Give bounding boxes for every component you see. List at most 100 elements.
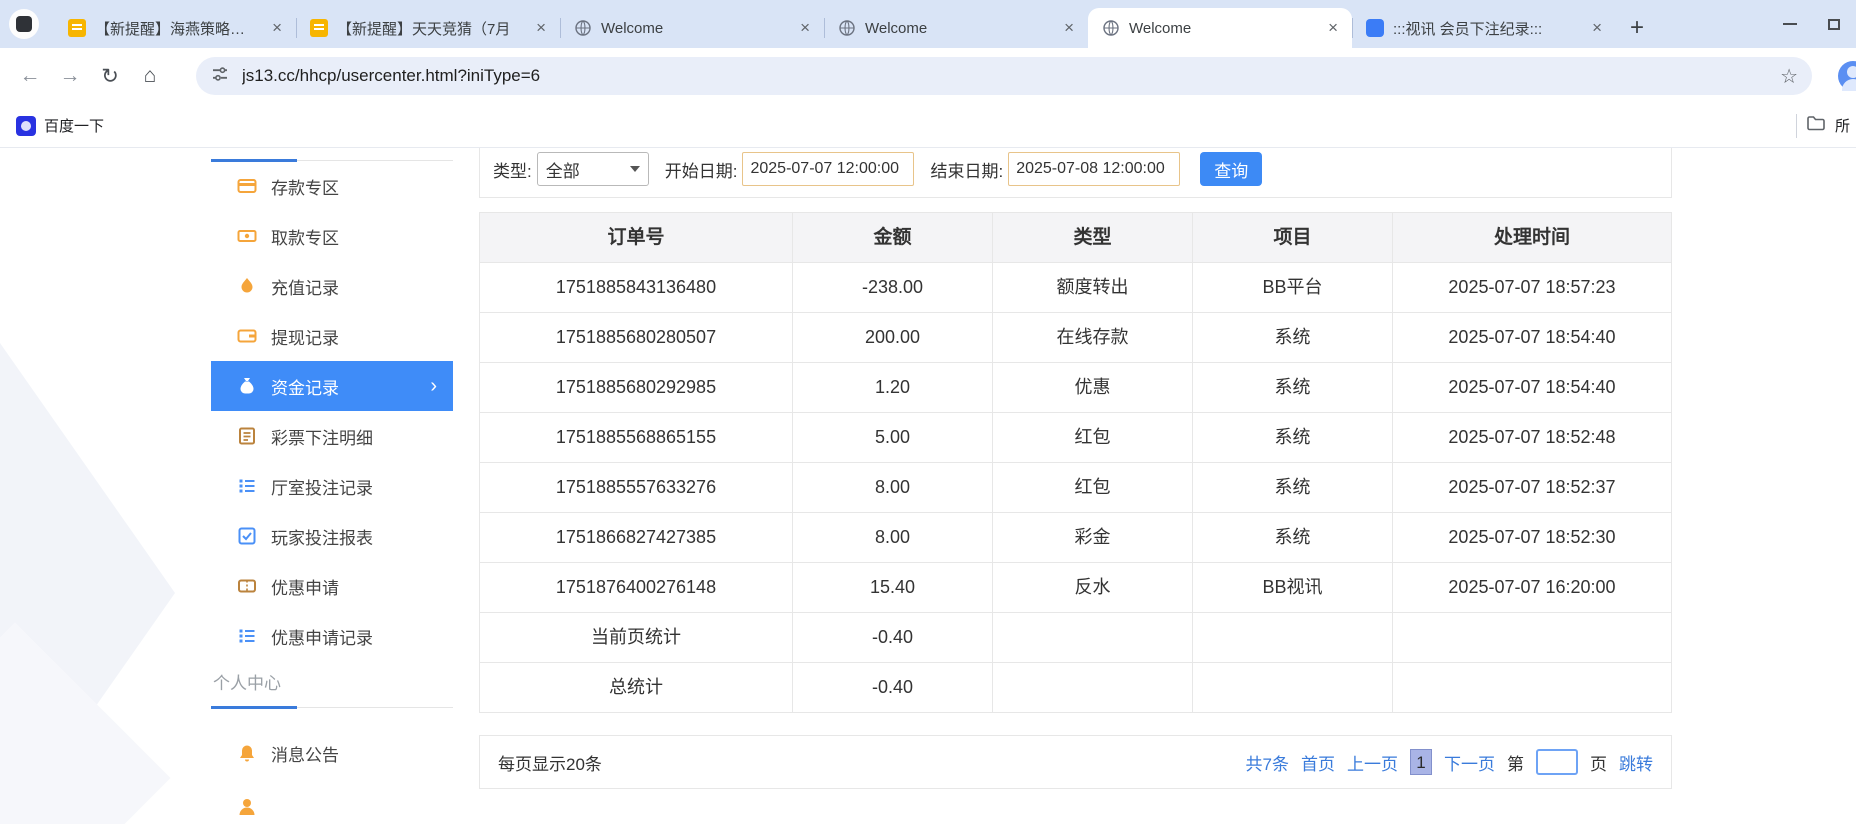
new-tab-button[interactable]: + [1622, 13, 1652, 43]
site-settings-icon[interactable] [210, 64, 230, 89]
back-button[interactable]: ← [10, 64, 50, 88]
cell-label: 当前页统计 [480, 613, 792, 662]
globe-favicon [1102, 19, 1120, 37]
browser-tab-4[interactable]: Welcome × [824, 8, 1088, 48]
bullet-list-icon [237, 626, 257, 646]
cell-project: BB平台 [1192, 263, 1392, 312]
minimize-button[interactable] [1768, 0, 1812, 48]
sidebar-item-deposit-zone[interactable]: 存款专区 [211, 161, 453, 211]
tab-label: Welcome [1129, 20, 1315, 37]
first-page-link[interactable]: 首页 [1301, 750, 1335, 775]
sidebar-item-withdraw-zone[interactable]: 取款专区 [211, 211, 453, 261]
type-select[interactable]: 全部 [537, 152, 649, 186]
cell-amount: 200.00 [792, 313, 992, 362]
end-date-input[interactable] [1008, 152, 1180, 186]
sidebar-item-hall-bet-records[interactable]: 厅室投注记录 [211, 461, 453, 511]
cell-amount: 1.20 [792, 363, 992, 412]
bookmarks-bar: 百度一下 所 [0, 104, 1856, 148]
sidebar-item-label: 玩家投注报表 [271, 524, 373, 549]
globe-favicon [838, 19, 856, 37]
dropdown-caret-icon [630, 166, 640, 172]
jump-button[interactable]: 跳转 [1619, 750, 1653, 775]
sidebar-item-label: 优惠申请 [271, 574, 339, 599]
sidebar-item-recharge-records[interactable]: 充值记录 [211, 261, 453, 311]
prev-page-link[interactable]: 上一页 [1347, 750, 1398, 775]
folder-icon [1806, 113, 1826, 138]
cell-project: 系统 [1192, 313, 1392, 362]
cell-time: 2025-07-07 18:54:40 [1392, 313, 1671, 362]
sidebar-item-partial[interactable] [211, 782, 453, 824]
cell-order-no: 1751885557633276 [480, 463, 792, 512]
sidebar-item-promo-apply-records[interactable]: 优惠申请记录 [211, 611, 453, 661]
cell-amount: 8.00 [792, 513, 992, 562]
deposit-card-icon [237, 176, 257, 196]
sidebar-item-funds-records[interactable]: 资金记录 › [211, 361, 453, 411]
table-row-page-total: 当前页统计 -0.40 [480, 612, 1671, 662]
jump-page-input[interactable] [1536, 749, 1578, 775]
page-size-label: 每页显示20条 [498, 750, 602, 775]
bookmarks-divider [1796, 114, 1797, 138]
sidebar-section-finance: 财务中心 [211, 148, 453, 161]
tab-close-icon[interactable]: × [796, 18, 814, 38]
type-label: 类型: [493, 157, 532, 182]
column-header-order-no: 订单号 [480, 213, 792, 262]
bookmark-baidu[interactable]: 百度一下 [16, 115, 104, 136]
maximize-button[interactable] [1812, 0, 1856, 48]
query-button[interactable]: 查询 [1200, 152, 1262, 186]
tab-close-icon[interactable]: × [1588, 18, 1606, 38]
cell-order-no: 1751885680280507 [480, 313, 792, 362]
wallet-icon [237, 326, 257, 346]
section-title: 财务中心 [211, 148, 297, 162]
sidebar-item-player-bet-report[interactable]: 玩家投注报表 [211, 511, 453, 561]
browser-tab-1[interactable]: 【新提醒】海燕策略论坛 × [54, 8, 296, 48]
sidebar-item-announcements[interactable]: 消息公告 [211, 728, 453, 778]
cell-amount: 5.00 [792, 413, 992, 462]
filter-bar: 类型: 全部 开始日期: 结束日期: 查询 [479, 148, 1672, 198]
start-date-input[interactable] [742, 152, 914, 186]
tab-close-icon[interactable]: × [532, 18, 550, 38]
maximize-icon [1828, 19, 1840, 30]
bullet-list-icon [237, 476, 257, 496]
all-bookmarks-label[interactable]: 所 [1835, 115, 1850, 136]
tab-close-icon[interactable]: × [1324, 18, 1342, 38]
type-select-value: 全部 [546, 157, 580, 182]
cell-amount: -0.40 [792, 613, 992, 662]
bookmark-star-icon[interactable]: ☆ [1780, 64, 1798, 89]
sidebar-item-lottery-bet-details[interactable]: 彩票下注明细 [211, 411, 453, 461]
url-text[interactable]: js13.cc/hhcp/usercenter.html?iniType=6 [242, 66, 1768, 86]
cell-empty [992, 613, 1192, 662]
minimize-icon [1783, 23, 1797, 25]
profile-avatar[interactable] [1838, 61, 1856, 91]
bookmark-label: 百度一下 [44, 115, 104, 136]
sidebar-item-withdrawal-records[interactable]: 提现记录 [211, 311, 453, 361]
sidebar-item-promo-apply[interactable]: 优惠申请 [211, 561, 453, 611]
next-page-link[interactable]: 下一页 [1444, 750, 1495, 775]
window-controls [1768, 0, 1856, 48]
browser-tab-3[interactable]: Welcome × [560, 8, 824, 48]
tab-close-icon[interactable]: × [268, 18, 286, 38]
browser-tab-5-active[interactable]: Welcome × [1088, 8, 1352, 48]
tab-search-button[interactable] [9, 9, 39, 39]
section-title: 个人中心 [211, 669, 297, 709]
main-panel: 类型: 全部 开始日期: 结束日期: 查询 订单号 [479, 148, 1672, 789]
home-button[interactable]: ⌂ [130, 64, 170, 88]
bookmarks-overflow-area: 所 [1796, 104, 1850, 147]
browser-tab-2[interactable]: 【新提醒】天天竞猜（7月 × [296, 8, 560, 48]
table-row: 1751885680292985 1.20 优惠 系统 2025-07-07 1… [480, 362, 1671, 412]
sidebar-item-label: 资金记录 [271, 374, 339, 399]
table-header-row: 订单号 金额 类型 项目 处理时间 [480, 213, 1671, 262]
globe-favicon [574, 19, 592, 37]
refresh-button[interactable]: ↻ [90, 64, 130, 89]
column-header-amount: 金额 [792, 213, 992, 262]
cell-type: 彩金 [992, 513, 1192, 562]
tab-close-icon[interactable]: × [1060, 18, 1078, 38]
tab-strip: 【新提醒】海燕策略论坛 × 【新提醒】天天竞猜（7月 × Welcome × W… [0, 0, 1856, 48]
table-row: 1751866827427385 8.00 彩金 系统 2025-07-07 1… [480, 512, 1671, 562]
bell-icon [237, 743, 257, 763]
forward-button[interactable]: → [50, 64, 90, 88]
address-bar[interactable]: js13.cc/hhcp/usercenter.html?iniType=6 ☆ [196, 57, 1812, 95]
browser-tab-6[interactable]: :::视讯 会员下注纪录::: × [1352, 8, 1616, 48]
cell-empty [1392, 663, 1671, 712]
withdraw-cash-icon [237, 226, 257, 246]
table-row: 1751876400276148 15.40 反水 BB视讯 2025-07-0… [480, 562, 1671, 612]
